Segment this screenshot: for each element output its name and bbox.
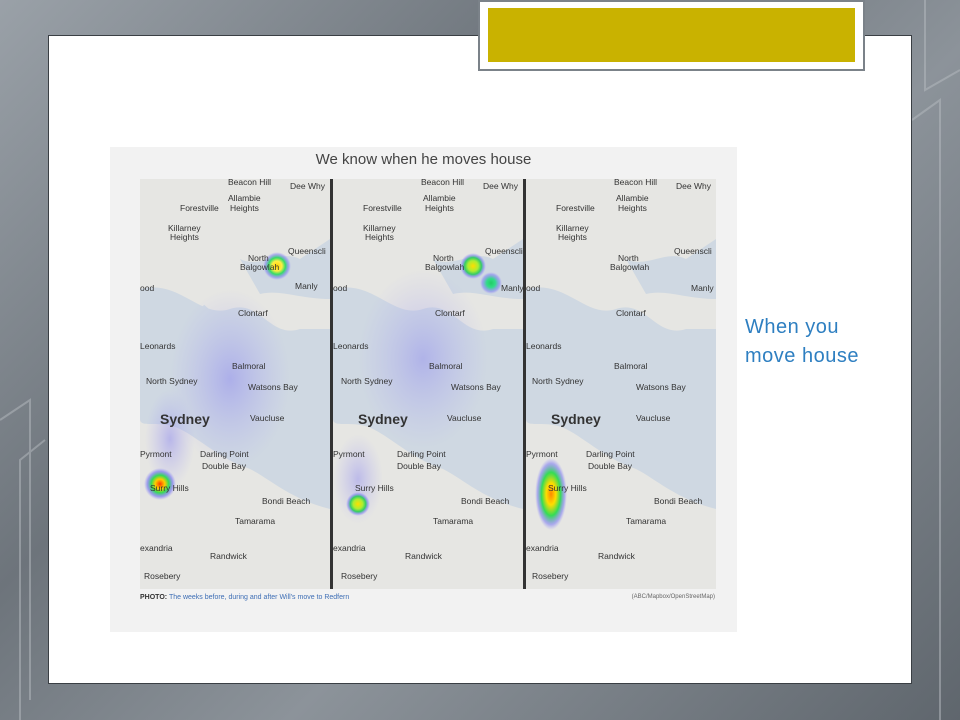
map-figure: We know when he moves house Beacon Hill … (110, 147, 737, 632)
svg-text:Clontarf: Clontarf (435, 308, 465, 318)
svg-text:Heights: Heights (230, 203, 259, 213)
svg-text:Darling Point: Darling Point (586, 449, 635, 459)
svg-text:Sydney: Sydney (358, 411, 408, 427)
svg-text:Queenscli: Queenscli (674, 246, 712, 256)
svg-text:ood: ood (526, 283, 540, 293)
map-panel-after: Beacon Hill Dee Why Forestville Allambie… (526, 179, 716, 589)
svg-text:Pyrmont: Pyrmont (333, 449, 365, 459)
svg-text:Sydney: Sydney (160, 411, 210, 427)
svg-text:Randwick: Randwick (598, 551, 636, 561)
map-panel-during: Beacon Hill Dee Why Forestville Allambie… (333, 179, 523, 589)
svg-text:Beacon Hill: Beacon Hill (421, 179, 464, 187)
svg-text:Darling Point: Darling Point (200, 449, 249, 459)
svg-text:Watsons Bay: Watsons Bay (451, 382, 502, 392)
svg-text:Rosebery: Rosebery (532, 571, 569, 581)
svg-text:Leonards: Leonards (526, 341, 561, 351)
svg-text:Heights: Heights (558, 232, 587, 242)
svg-text:Dee Why: Dee Why (676, 181, 712, 191)
caption-prefix: PHOTO: (140, 594, 168, 601)
svg-text:Double Bay: Double Bay (202, 461, 247, 471)
figure-title: We know when he moves house (315, 151, 532, 168)
figure-credit: (ABC/Mapbox/OpenStreetMap) (631, 594, 715, 600)
svg-text:Forestville: Forestville (180, 203, 219, 213)
svg-text:Darling Point: Darling Point (397, 449, 446, 459)
svg-text:exandria: exandria (140, 543, 173, 553)
svg-text:Double Bay: Double Bay (397, 461, 442, 471)
svg-text:Rosebery: Rosebery (144, 571, 181, 581)
title-accent-bar (488, 8, 855, 62)
svg-text:ood: ood (140, 283, 154, 293)
svg-text:Bondi Beach: Bondi Beach (461, 496, 509, 506)
svg-text:Bondi Beach: Bondi Beach (654, 496, 702, 506)
svg-text:Allambie: Allambie (616, 193, 649, 203)
svg-text:exandria: exandria (333, 543, 366, 553)
svg-text:Heights: Heights (618, 203, 647, 213)
svg-text:Balgowlah: Balgowlah (610, 262, 649, 272)
svg-text:Manly: Manly (295, 281, 318, 291)
svg-text:Sydney: Sydney (551, 411, 601, 427)
svg-text:Surry Hills: Surry Hills (355, 483, 394, 493)
svg-text:Balmoral: Balmoral (429, 361, 463, 371)
svg-text:exandria: exandria (526, 543, 559, 553)
svg-text:Beacon Hill: Beacon Hill (614, 179, 657, 187)
svg-text:Queenscli: Queenscli (485, 246, 523, 256)
svg-text:Surry Hills: Surry Hills (548, 483, 587, 493)
svg-text:Bondi Beach: Bondi Beach (262, 496, 310, 506)
svg-text:Heights: Heights (365, 232, 394, 242)
title-tab (478, 0, 865, 71)
svg-text:Queenscli: Queenscli (288, 246, 326, 256)
svg-text:North Sydney: North Sydney (532, 376, 584, 386)
svg-text:Forestville: Forestville (556, 203, 595, 213)
svg-text:Manly: Manly (691, 283, 714, 293)
svg-text:Surry Hills: Surry Hills (150, 483, 189, 493)
svg-text:Balgowlah: Balgowlah (240, 262, 279, 272)
svg-text:Balmoral: Balmoral (614, 361, 648, 371)
svg-text:Double Bay: Double Bay (588, 461, 633, 471)
svg-text:North Sydney: North Sydney (146, 376, 198, 386)
svg-text:Watsons Bay: Watsons Bay (248, 382, 299, 392)
svg-text:Pyrmont: Pyrmont (140, 449, 172, 459)
svg-text:Tamarama: Tamarama (626, 516, 666, 526)
svg-text:Leonards: Leonards (140, 341, 175, 351)
svg-text:Balgowlah: Balgowlah (425, 262, 464, 272)
svg-text:Randwick: Randwick (405, 551, 443, 561)
svg-text:Clontarf: Clontarf (238, 308, 268, 318)
svg-text:Dee Why: Dee Why (290, 181, 326, 191)
figure-caption: PHOTO: The weeks before, during and afte… (140, 594, 349, 601)
svg-text:Watsons Bay: Watsons Bay (636, 382, 687, 392)
svg-text:Vaucluse: Vaucluse (636, 413, 671, 423)
svg-text:Allambie: Allambie (423, 193, 456, 203)
svg-text:Dee Why: Dee Why (483, 181, 519, 191)
svg-text:ood: ood (333, 283, 347, 293)
svg-text:Vaucluse: Vaucluse (447, 413, 482, 423)
svg-text:Clontarf: Clontarf (616, 308, 646, 318)
svg-text:Forestville: Forestville (363, 203, 402, 213)
svg-text:Manly: Manly (501, 283, 523, 293)
side-caption: When you move house (745, 316, 859, 367)
svg-text:Pyrmont: Pyrmont (526, 449, 558, 459)
svg-text:Balmoral: Balmoral (232, 361, 266, 371)
svg-text:Beacon Hill: Beacon Hill (228, 179, 271, 187)
svg-text:Randwick: Randwick (210, 551, 248, 561)
svg-text:Rosebery: Rosebery (341, 571, 378, 581)
svg-text:North Sydney: North Sydney (341, 376, 393, 386)
map-panel-before: Beacon Hill Dee Why Forestville Allambie… (140, 179, 330, 589)
svg-text:Leonards: Leonards (333, 341, 368, 351)
svg-text:Heights: Heights (170, 232, 199, 242)
svg-text:Vaucluse: Vaucluse (250, 413, 285, 423)
svg-text:Tamarama: Tamarama (235, 516, 275, 526)
svg-text:Allambie: Allambie (228, 193, 261, 203)
caption-link[interactable]: The weeks before, during and after Will'… (169, 594, 349, 601)
svg-text:Heights: Heights (425, 203, 454, 213)
svg-text:Tamarama: Tamarama (433, 516, 473, 526)
